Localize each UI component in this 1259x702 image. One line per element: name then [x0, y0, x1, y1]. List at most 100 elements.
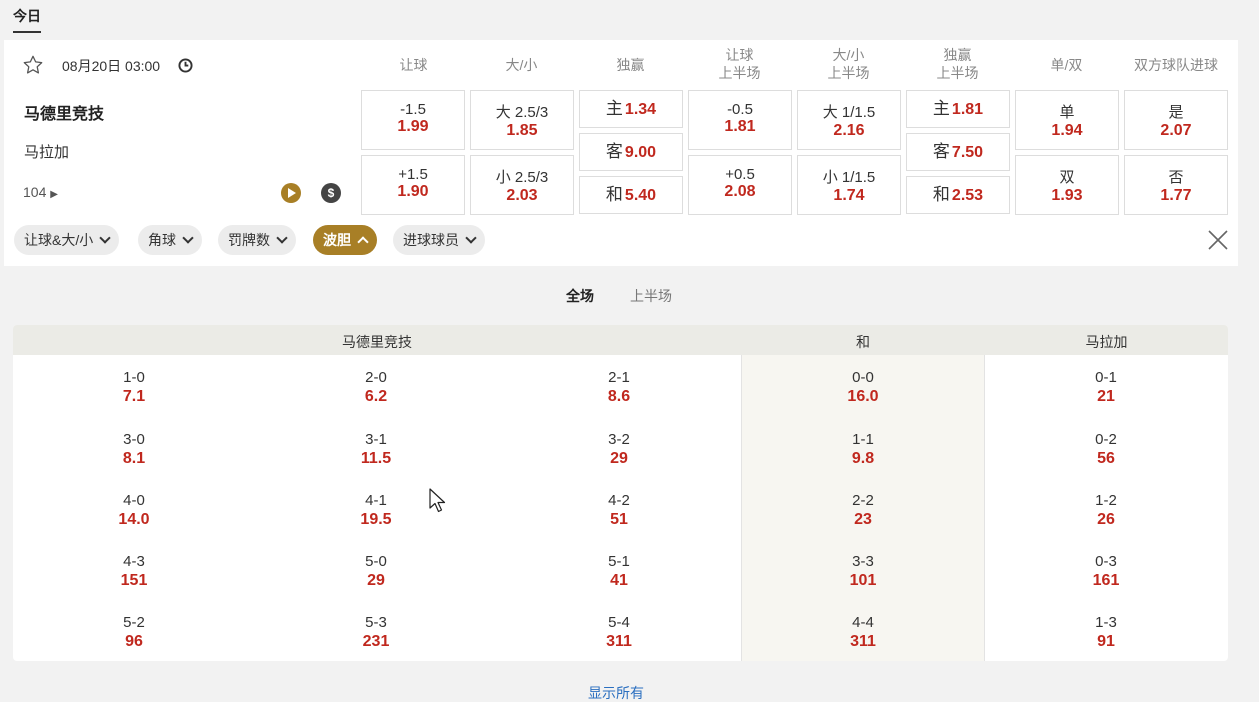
odds-line: 小 1/1.5: [822, 169, 876, 186]
score-cell[interactable]: 1-1 9.8: [803, 430, 923, 468]
score-price: 101: [849, 572, 877, 589]
score-cell[interactable]: 1-2 26: [1046, 491, 1166, 529]
live-video-icon[interactable]: [281, 183, 301, 203]
odds-button-moneyline-home[interactable]: 主 1.34: [579, 90, 683, 128]
odds-line: 小 2.5/3: [495, 169, 549, 186]
score-cell[interactable]: 0-1 21: [1046, 368, 1166, 406]
odds-button-btts-yes[interactable]: 是 2.07: [1124, 90, 1228, 150]
chip-bookings[interactable]: 罚牌数: [218, 225, 296, 255]
score-price: 16.0: [847, 388, 879, 405]
odds-price: 9.00: [624, 144, 657, 161]
odds-line: +0.5: [725, 166, 755, 183]
odds-label: 否: [1168, 169, 1184, 186]
score-price: 26: [1097, 511, 1115, 528]
score-label: 3-2: [608, 431, 630, 448]
odds-button-total-1h-over[interactable]: 大 1/1.5 2.16: [797, 90, 901, 150]
odds-button-moneyline-draw[interactable]: 和 5.40: [579, 176, 683, 214]
score-label: 4-4: [852, 614, 874, 631]
odds-button-total-over[interactable]: 大 2.5/3 1.85: [470, 90, 574, 150]
odds-button-handicap-home[interactable]: -1.5 1.99: [361, 90, 465, 150]
odds-price: 5.40: [624, 187, 657, 204]
odds-button-moneyline-away[interactable]: 客 9.00: [579, 133, 683, 171]
odds-button-total-1h-under[interactable]: 小 1/1.5 1.74: [797, 155, 901, 215]
score-cell[interactable]: 4-2 51: [559, 491, 679, 529]
score-price: 11.5: [360, 450, 392, 467]
score-cell[interactable]: 1-0 7.1: [74, 368, 194, 406]
odds-price: 1.93: [1051, 187, 1083, 204]
more-markets-count: 104: [23, 184, 47, 200]
match-date: 08月20日 03:00: [62, 58, 161, 74]
score-label: 3-1: [365, 431, 387, 448]
score-price: 91: [1097, 633, 1115, 650]
score-cell[interactable]: 3-3 101: [803, 552, 923, 590]
chevron-down-icon: [276, 232, 288, 244]
tab-first-half[interactable]: 上半场: [630, 286, 672, 306]
chip-label: 波胆: [323, 232, 351, 248]
col-head-line1: 独赢: [616, 57, 645, 73]
score-cell[interactable]: 0-2 56: [1046, 430, 1166, 468]
odds-button-odd[interactable]: 单 1.94: [1015, 90, 1119, 150]
odds-button-moneyline-1h-home[interactable]: 主 1.81: [906, 90, 1010, 128]
odds-button-handicap-away[interactable]: +1.5 1.90: [361, 155, 465, 215]
chevron-down-icon: [465, 232, 477, 244]
score-cell[interactable]: 5-3 231: [316, 613, 436, 651]
score-cell[interactable]: 5-1 41: [559, 552, 679, 590]
odds-button-even[interactable]: 双 1.93: [1015, 155, 1119, 215]
away-team-name: 马拉加: [24, 144, 70, 161]
score-cell[interactable]: 2-1 8.6: [559, 368, 679, 406]
odds-button-handicap-1h-away[interactable]: +0.5 2.08: [688, 155, 792, 215]
tab-full-time[interactable]: 全场: [566, 286, 594, 306]
score-cell[interactable]: 3-1 11.5: [316, 430, 436, 468]
score-label: 4-3: [123, 553, 145, 570]
header-draw-label: 和: [856, 334, 870, 350]
col-head-odd-even: 单/双: [1015, 56, 1118, 74]
score-cell[interactable]: 5-0 29: [316, 552, 436, 590]
score-cell[interactable]: 5-4 311: [559, 613, 679, 651]
odds-button-total-under[interactable]: 小 2.5/3 2.03: [470, 155, 574, 215]
score-price: 311: [850, 633, 876, 650]
odds-button-btts-no[interactable]: 否 1.77: [1124, 155, 1228, 215]
odds-price: 1.99: [397, 118, 429, 135]
chip-handicap-total[interactable]: 让球&大/小: [14, 225, 120, 255]
score-cell[interactable]: 4-1 19.5: [316, 491, 436, 529]
odds-button-handicap-1h-home[interactable]: -0.5 1.81: [688, 90, 792, 150]
score-cell[interactable]: 0-0 16.0: [803, 368, 923, 406]
star-icon[interactable]: [22, 54, 44, 76]
score-cell[interactable]: 3-2 29: [559, 430, 679, 468]
score-price: 29: [367, 572, 385, 589]
score-cell[interactable]: 3-0 8.1: [74, 430, 194, 468]
chip-corners[interactable]: 角球: [138, 225, 202, 255]
more-markets-link[interactable]: 104 ▶: [23, 184, 58, 200]
odds-label: 单: [1059, 104, 1075, 121]
score-cell[interactable]: 0-3 161: [1046, 552, 1166, 590]
odds-label: 和: [932, 185, 950, 204]
score-label: 5-0: [365, 553, 387, 570]
tab-today[interactable]: 今日: [13, 6, 41, 33]
col-head-handicap: 让球: [362, 56, 465, 74]
odds-price: 1.94: [1051, 122, 1083, 139]
odds-line: -1.5: [400, 101, 426, 118]
header-home: 马德里竞技: [13, 325, 741, 355]
odds-price: 2.16: [833, 122, 865, 139]
col-head-line1: 让球: [399, 57, 428, 73]
odds-price: 1.81: [951, 101, 984, 118]
score-cell[interactable]: 2-0 6.2: [316, 368, 436, 406]
odds-button-moneyline-1h-draw[interactable]: 和 2.53: [906, 176, 1010, 214]
col-head-btts: 双方球队进球: [1120, 56, 1232, 74]
score-cell[interactable]: 2-2 23: [803, 491, 923, 529]
show-all-link[interactable]: 显示所有: [588, 683, 644, 702]
odds-label: 主: [932, 99, 950, 118]
cashout-icon[interactable]: $: [321, 183, 341, 203]
close-icon[interactable]: [1206, 228, 1230, 252]
score-cell[interactable]: 1-3 91: [1046, 613, 1166, 651]
odds-button-moneyline-1h-away[interactable]: 客 7.50: [906, 133, 1010, 171]
score-cell[interactable]: 4-4 311: [803, 613, 923, 651]
odds-label: 是: [1168, 104, 1184, 121]
score-label: 0-3: [1095, 553, 1117, 570]
score-cell[interactable]: 4-3 151: [74, 552, 194, 590]
chip-label: 让球&大/小: [24, 232, 94, 248]
score-cell[interactable]: 5-2 96: [74, 613, 194, 651]
chip-goalscorer[interactable]: 进球球员: [393, 225, 485, 255]
chip-correct-score[interactable]: 波胆: [313, 225, 377, 255]
score-cell[interactable]: 4-0 14.0: [74, 491, 194, 529]
